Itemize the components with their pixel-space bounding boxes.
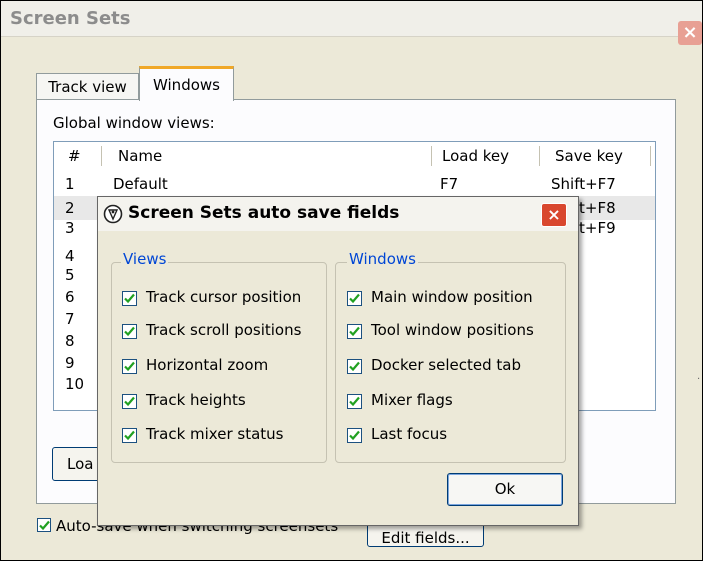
last-focus-label[interactable]: Last focus	[371, 425, 447, 443]
row-save-key[interactable]: t+F8	[579, 198, 616, 218]
autosave-checkbox[interactable]	[37, 518, 51, 532]
track-heights-checkbox[interactable]	[122, 394, 137, 409]
global-window-views-label: Global window views:	[53, 114, 215, 132]
track-heights-label[interactable]: Track heights	[146, 391, 246, 409]
row-number[interactable]: 1	[65, 174, 75, 194]
close-icon[interactable]: ×	[541, 203, 567, 227]
views-group-title: Views	[121, 250, 169, 268]
row-number[interactable]: 3	[65, 218, 75, 238]
header-divider	[539, 146, 540, 166]
row-save-key[interactable]: t+F9	[579, 218, 616, 238]
edge-mark: ·	[697, 374, 701, 385]
last-focus-checkbox[interactable]	[347, 428, 362, 443]
checkmark-icon	[349, 361, 360, 372]
checkmark-icon	[124, 396, 135, 407]
track-cursor-position-label[interactable]: Track cursor position	[146, 288, 301, 306]
checkmark-icon	[124, 361, 135, 372]
tool-window-positions-checkbox[interactable]	[347, 324, 362, 339]
checkmark-icon	[124, 326, 135, 337]
tab-track-view[interactable]: Track view	[36, 73, 139, 100]
checkmark-icon	[349, 326, 360, 337]
tab-windows[interactable]: Windows	[139, 66, 234, 101]
header-divider	[431, 146, 432, 166]
app-icon	[103, 204, 123, 224]
ok-button[interactable]: Ok	[447, 473, 563, 506]
mixer-flags-label[interactable]: Mixer flags	[371, 391, 453, 409]
track-mixer-status-checkbox[interactable]	[122, 428, 137, 443]
docker-selected-tab-checkbox[interactable]	[347, 359, 362, 374]
track-scroll-positions-label[interactable]: Track scroll positions	[146, 321, 301, 339]
docker-selected-tab-label[interactable]: Docker selected tab	[371, 356, 521, 374]
checkmark-icon	[349, 293, 360, 304]
close-icon[interactable]: ×	[678, 21, 702, 45]
checkmark-icon	[349, 430, 360, 441]
track-mixer-status-label[interactable]: Track mixer status	[146, 425, 283, 443]
checkmark-icon	[39, 520, 50, 531]
dialog-title: Screen Sets auto save fields	[128, 203, 400, 223]
checkmark-icon	[349, 396, 360, 407]
column-header-load-key[interactable]: Load key	[442, 142, 509, 170]
row-number[interactable]: 2	[65, 198, 75, 218]
row-number[interactable]: 10	[65, 374, 84, 394]
horizontal-zoom-checkbox[interactable]	[122, 359, 137, 374]
checkmark-icon	[124, 430, 135, 441]
column-header-name[interactable]: Name	[118, 142, 162, 170]
row-number[interactable]: 5	[65, 265, 75, 285]
mixer-flags-checkbox[interactable]	[347, 394, 362, 409]
horizontal-zoom-label[interactable]: Horizontal zoom	[146, 356, 268, 374]
track-cursor-position-checkbox[interactable]	[122, 291, 137, 306]
main-window-position-label[interactable]: Main window position	[371, 288, 533, 306]
track-scroll-positions-checkbox[interactable]	[122, 324, 137, 339]
row-name[interactable]: Default	[113, 174, 168, 194]
row-number[interactable]: 7	[65, 309, 75, 329]
row-save-key[interactable]: Shift+F7	[551, 174, 616, 194]
column-header-number[interactable]: #	[68, 142, 81, 170]
row-load-key[interactable]: F7	[440, 174, 458, 194]
checkmark-icon	[124, 293, 135, 304]
header-divider	[650, 146, 651, 166]
column-header-save-key[interactable]: Save key	[555, 142, 623, 170]
header-divider	[101, 146, 102, 166]
tool-window-positions-label[interactable]: Tool window positions	[371, 321, 534, 339]
row-number[interactable]: 6	[65, 287, 75, 307]
main-window-position-checkbox[interactable]	[347, 291, 362, 306]
row-number[interactable]: 9	[65, 353, 75, 373]
windows-group-title: Windows	[347, 250, 418, 268]
row-number[interactable]: 4	[65, 246, 75, 266]
window-title: Screen Sets	[10, 8, 131, 29]
row-number[interactable]: 8	[65, 331, 75, 351]
